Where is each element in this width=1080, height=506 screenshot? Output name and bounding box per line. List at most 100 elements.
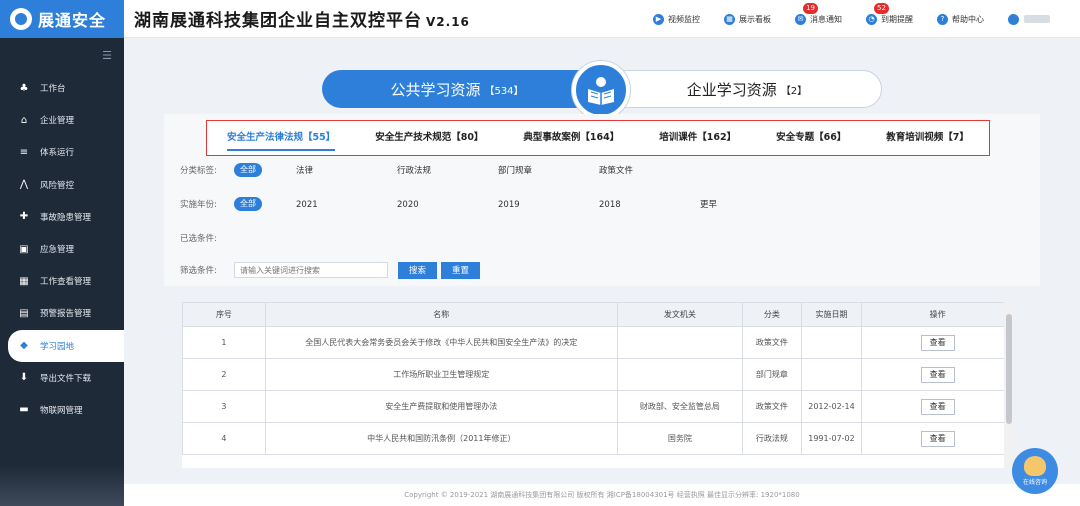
table-cell (800, 326, 863, 359)
sidebar-item-3[interactable]: ⋀ 风险管控 (0, 169, 124, 201)
year-filter-row: 实施年份: 全部 2021 2020 2019 2018 更早 (180, 196, 801, 212)
view-button[interactable]: 查看 (920, 430, 955, 447)
table-cell: 安全生产费提取和使用管理办法 (264, 390, 618, 423)
view-button[interactable]: 查看 (920, 334, 955, 351)
hazard-icon: ✚ (19, 211, 29, 223)
header-action-1[interactable]: ▦ 展示看板 (724, 13, 771, 25)
year-filter-all[interactable]: 全部 (234, 197, 262, 211)
view-button[interactable]: 查看 (920, 366, 955, 383)
assistant-label: 在线咨询 (1022, 479, 1047, 486)
sidebar-item-2[interactable]: ≡ 体系运行 (0, 136, 124, 168)
header-action-0[interactable]: ▶ 视频监控 (653, 13, 700, 25)
sidebar-item-label: 体系运行 (40, 148, 75, 159)
regulations-table: 序号 名称 发文机关 分类 实施日期 操作 1 全国人民代表大会常务委员会关于修改《中华人民… (182, 302, 1014, 455)
header-action-label: 视频监控 (668, 14, 700, 24)
header-action-label: 帮助中心 (952, 14, 984, 24)
table-cell: 财政部、安全监管总局 (616, 390, 744, 423)
dashboard-icon: ▦ (724, 13, 735, 25)
search-label: 筛选条件: (180, 266, 217, 276)
table-cell (616, 326, 744, 359)
table-cell: 政策文件 (742, 390, 802, 423)
sidebar-item-label: 企业管理 (40, 116, 75, 127)
online-assistant-button[interactable]: 在线咨询 (1012, 448, 1058, 494)
search-input[interactable] (234, 262, 388, 278)
table-cell-actions: 查看 (861, 358, 1014, 391)
table-cell: 2 (182, 358, 266, 391)
year-filter-label: 实施年份: (180, 200, 217, 210)
header-action-3[interactable]: ◔ 到期提醒 52 (866, 2, 913, 25)
header-action-4[interactable]: ? 帮助中心 (937, 13, 984, 25)
sidebar-item-0[interactable]: ♣ 工作台 (0, 72, 124, 104)
table-row: 3 安全生产费提取和使用管理办法 财政部、安全监管总局 政策文件 2012-02-14 查… (182, 390, 1014, 423)
logo-text: 展通安全 (38, 11, 107, 30)
year-option[interactable]: 更早 (700, 198, 801, 210)
reader-icon (588, 77, 614, 105)
sidebar-item-7[interactable]: ▤ 预警报告管理 (0, 297, 124, 329)
reset-button[interactable]: 重置 (441, 261, 481, 279)
table-cell: 3 (182, 390, 266, 423)
user-icon (1008, 13, 1019, 25)
header-action-label: 展示看板 (739, 14, 771, 24)
scrollbar-thumb[interactable] (1006, 314, 1012, 424)
header-action-2[interactable]: ✉ 消息通知 19 (795, 2, 842, 25)
notification-badge: 52 (874, 2, 889, 14)
year-option[interactable]: 2021 (296, 200, 397, 210)
tag-option[interactable]: 法律 (296, 164, 397, 176)
sidebar-item-10[interactable]: ▬ 物联网管理 (0, 394, 124, 426)
table-scrollbar[interactable] (1004, 302, 1014, 468)
tag-option[interactable]: 政策文件 (599, 164, 700, 176)
category-tab-2[interactable]: 典型事故案例【164】 (523, 120, 619, 156)
public-resources-tab[interactable]: 公共学习资源 【534】 (322, 70, 612, 108)
category-tab-0[interactable]: 安全生产法律法规【55】 (226, 120, 336, 156)
year-option[interactable]: 2018 (599, 200, 700, 210)
search-button[interactable]: 搜索 (398, 261, 438, 279)
sidebar-nav: ♣ 工作台 ⌂ 企业管理 ≡ 体系运行 ⋀ 风险管控 ✚ 事故隐患管理 ▣ 应急管理 ▦ 工作查看管理 ▤ 预… (0, 72, 124, 426)
table-cell: 国务院 (616, 422, 744, 455)
year-option[interactable]: 2019 (498, 200, 599, 210)
help-icon: ? (937, 13, 948, 25)
user-name-blurred (1024, 15, 1050, 23)
sidebar-item-8[interactable]: ◆ 学习园地 (8, 329, 124, 362)
message-icon: ✉ (795, 13, 806, 25)
sidebar-item-4[interactable]: ✚ 事故隐患管理 (0, 201, 124, 233)
category-tab-5[interactable]: 教育培训视频【7】 (886, 120, 969, 156)
category-tab-4[interactable]: 安全专题【66】 (776, 120, 846, 156)
sidebar-item-label: 导出文件下载 (40, 373, 92, 384)
emergency-icon: ▣ (19, 243, 29, 255)
category-tab-3[interactable]: 培训课件【162】 (659, 120, 736, 156)
table-cell-actions: 查看 (861, 390, 1014, 423)
sidebar-item-1[interactable]: ⌂ 企业管理 (0, 104, 124, 136)
sidebar-item-9[interactable]: ⬇ 导出文件下载 (0, 362, 124, 394)
enterprise-resources-tab[interactable]: 企业学习资源 【2】 (592, 70, 882, 108)
sidebar-decoration (0, 466, 124, 506)
public-resources-label: 公共学习资源 (390, 80, 481, 99)
notification-badge: 19 (803, 2, 818, 14)
sidebar-item-6[interactable]: ▦ 工作查看管理 (0, 265, 124, 297)
year-option[interactable]: 2020 (397, 200, 498, 210)
view-button[interactable]: 查看 (920, 398, 955, 415)
workbench-icon: ♣ (19, 82, 29, 94)
sidebar-item-label: 应急管理 (40, 245, 75, 256)
brand-logo[interactable]: 展通安全 (0, 0, 124, 38)
table-body: 1 全国人民代表大会常务委员会关于修改《中华人民共和国安全生产法》的决定 政策文件查… (182, 326, 1014, 455)
menu-collapse-icon[interactable]: ☰ (0, 38, 124, 72)
column-header: 实施日期 (800, 302, 863, 327)
table-cell: 4 (182, 422, 266, 455)
risk-icon: ⋀ (19, 179, 29, 191)
selected-conditions-row: 已选条件: (180, 230, 234, 246)
filter-panel: 安全生产法律法规【55】 安全生产技术规范【80】 典型事故案例【164】 培训课件【… (164, 114, 1040, 286)
column-header: 名称 (264, 302, 618, 327)
assistant-avatar-icon (1024, 456, 1046, 476)
enterprise-resources-count: 【2】 (780, 85, 808, 97)
selected-conditions-label: 已选条件: (180, 234, 217, 244)
user-menu[interactable] (1008, 13, 1050, 25)
column-header: 序号 (182, 302, 266, 327)
sidebar-item-label: 物联网管理 (40, 405, 83, 416)
tag-option[interactable]: 部门规章 (498, 164, 599, 176)
alarm-icon: ◔ (866, 13, 877, 25)
sidebar-item-label: 工作台 (40, 84, 66, 95)
sidebar-item-5[interactable]: ▣ 应急管理 (0, 233, 124, 265)
tag-option[interactable]: 行政法规 (397, 164, 498, 176)
category-tab-1[interactable]: 安全生产技术规范【80】 (375, 120, 483, 156)
tag-filter-all[interactable]: 全部 (234, 163, 262, 177)
